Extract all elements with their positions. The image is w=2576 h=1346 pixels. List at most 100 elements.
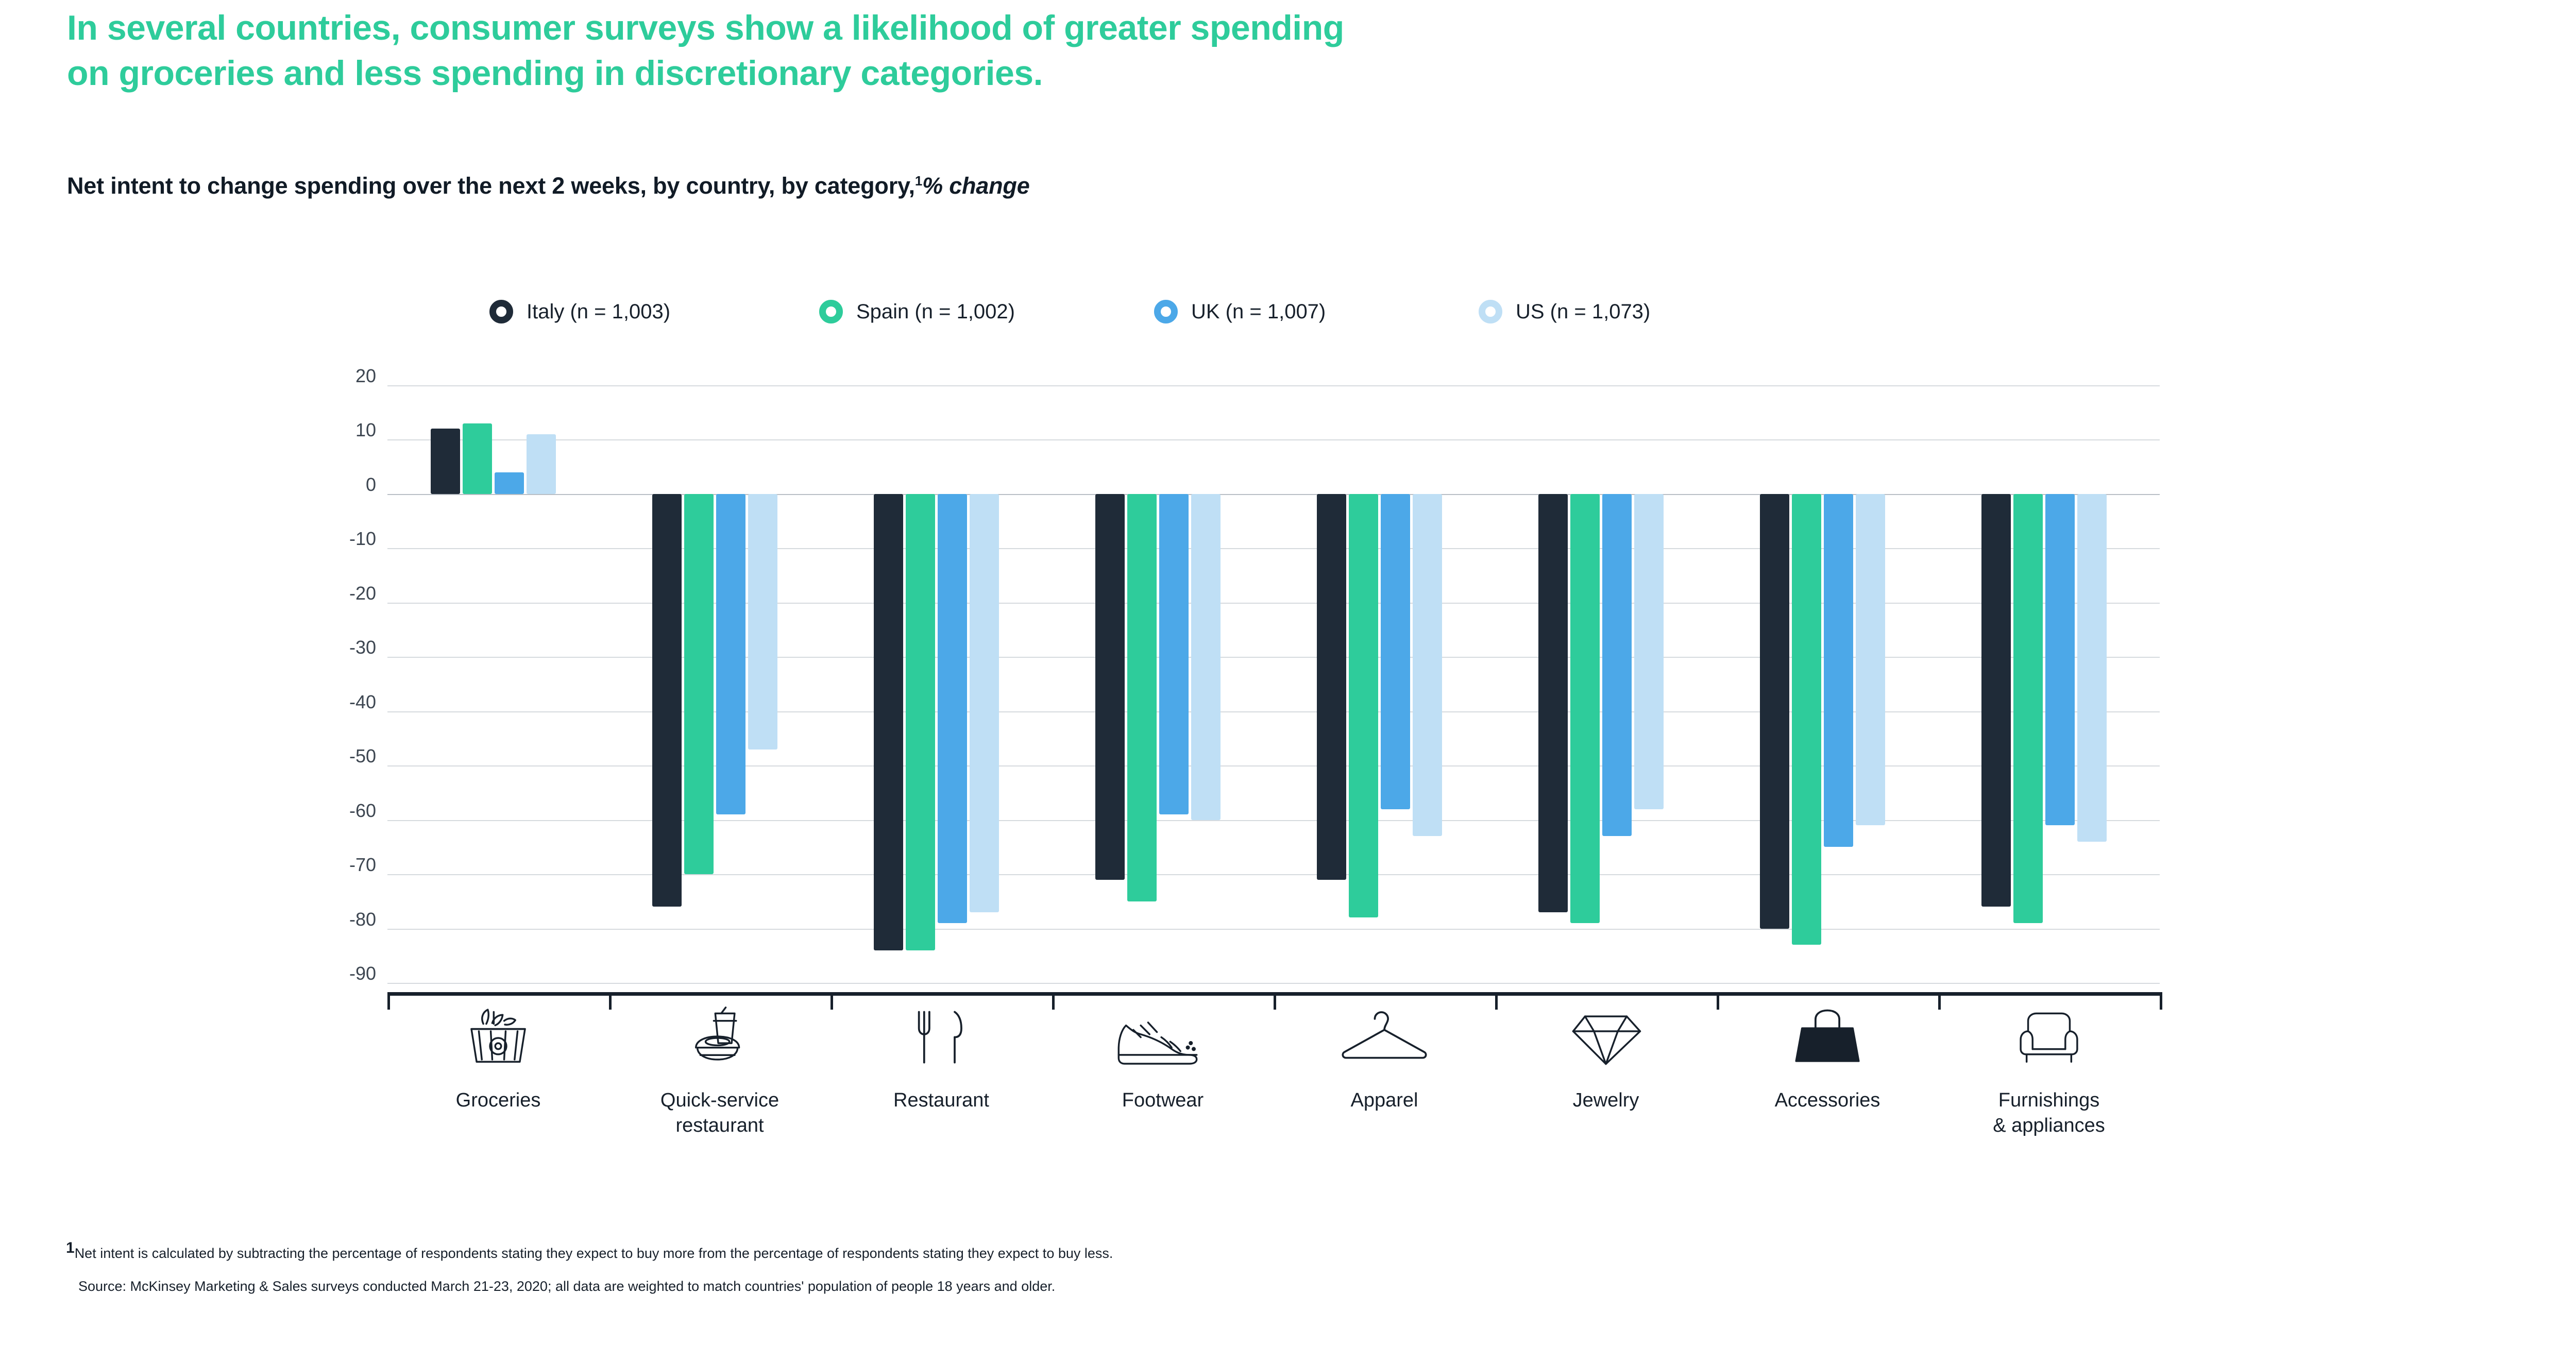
y-axis-tick-label: 0	[365, 473, 376, 495]
bar[interactable]	[430, 429, 460, 494]
bar[interactable]	[1127, 493, 1157, 901]
bar[interactable]	[905, 493, 935, 950]
bar[interactable]	[1095, 493, 1125, 880]
bar[interactable]	[684, 493, 714, 875]
circle-outline-icon	[1479, 300, 1502, 323]
bar-group	[1274, 385, 1495, 983]
category-label: Restaurant	[893, 1089, 989, 1111]
source-note: Source: McKinsey Marketing & Sales surve…	[78, 1278, 1056, 1294]
footnote-1: 1Net intent is calculated by subtracting…	[66, 1236, 2333, 1265]
category-label: Footwear	[1122, 1089, 1204, 1111]
bar[interactable]	[2077, 493, 2107, 842]
category-axis-item: Jewelry	[1495, 999, 1717, 1113]
footnotes: 1Net intent is calculated by subtracting…	[66, 1236, 2333, 1298]
bar[interactable]	[1412, 493, 1442, 837]
category-axis-item: Furnishings & appliances	[1938, 999, 2160, 1138]
bar[interactable]	[1159, 493, 1189, 815]
bar-group	[1717, 385, 1938, 983]
subtitle-main: Net intent to change spending over the n…	[67, 173, 915, 199]
legend-label: Italy (n = 1,003)	[527, 300, 671, 323]
bar[interactable]	[1791, 493, 1821, 945]
category-label: Groceries	[455, 1089, 541, 1111]
bar[interactable]	[1348, 493, 1378, 918]
chart-plot-area: 20 10 0 -10 -20 -30 -40 -50 -60 -70 -80 -90	[349, 365, 2160, 984]
legend-label: Spain (n = 1,002)	[856, 300, 1015, 323]
bar[interactable]	[969, 493, 999, 912]
chart-subtitle: Net intent to change spending over the n…	[67, 173, 1030, 199]
bar[interactable]	[1316, 493, 1346, 880]
category-axis-item: Quick-service restaurant	[609, 999, 831, 1138]
diamond-icon	[1495, 999, 1717, 1077]
y-axis-tick-label: -80	[349, 908, 376, 930]
y-axis-tick-label: 20	[355, 365, 376, 386]
bar-group	[1495, 385, 1717, 983]
x-axis-tick	[2160, 992, 2162, 1010]
legend-item-us[interactable]: US (n = 1,073)	[1479, 300, 1650, 323]
legend-item-spain[interactable]: Spain (n = 1,002)	[819, 300, 1015, 323]
legend-label: UK (n = 1,007)	[1191, 300, 1326, 323]
circle-outline-icon	[819, 300, 843, 323]
category-label: Furnishings & appliances	[1993, 1089, 2105, 1136]
bar[interactable]	[1191, 493, 1221, 820]
bar[interactable]	[1981, 493, 2011, 907]
bar[interactable]	[873, 493, 903, 950]
sneaker-icon	[1052, 999, 1274, 1077]
circle-outline-icon	[1154, 300, 1178, 323]
category-label: Accessories	[1774, 1089, 1880, 1111]
bar[interactable]	[937, 493, 967, 923]
category-axis: Groceries Quick-service restaurant Restau…	[387, 999, 2160, 1164]
clothes-hanger-icon	[1274, 999, 1495, 1077]
bar[interactable]	[1570, 493, 1600, 923]
fork-knife-icon	[831, 999, 1052, 1077]
bar[interactable]	[716, 493, 745, 815]
y-axis-tick-label: -10	[349, 528, 376, 550]
y-axis-tick-label: -60	[349, 799, 376, 821]
y-axis-tick-label: -70	[349, 854, 376, 876]
bar[interactable]	[2013, 493, 2043, 923]
bar[interactable]	[526, 434, 556, 494]
footnote-marker: 1	[66, 1239, 75, 1256]
category-axis-item: Apparel	[1274, 999, 1495, 1113]
bar[interactable]	[2045, 493, 2075, 826]
y-axis-tick-label: -50	[349, 745, 376, 767]
bar[interactable]	[1634, 493, 1664, 809]
circle-outline-icon	[489, 300, 513, 323]
bar[interactable]	[1759, 493, 1789, 929]
y-axis-tick-label: -20	[349, 582, 376, 604]
bar[interactable]	[1823, 493, 1853, 847]
headline-line-2: on groceries and less spending in discre…	[67, 54, 1043, 93]
category-axis-item: Groceries	[387, 999, 609, 1113]
category-label: Quick-service restaurant	[660, 1089, 779, 1136]
bar[interactable]	[1538, 493, 1568, 912]
bar-group	[609, 385, 831, 983]
category-axis-item: Footwear	[1052, 999, 1274, 1113]
y-axis-tick-label: -30	[349, 637, 376, 658]
bar[interactable]	[494, 472, 524, 494]
footnote-text: Net intent is calculated by subtracting …	[74, 1246, 1113, 1261]
bar[interactable]	[1855, 493, 1885, 826]
category-axis-item: Restaurant	[831, 999, 1052, 1113]
subtitle-footnote-marker: 1	[914, 173, 923, 189]
category-axis-item: Accessories	[1717, 999, 1938, 1113]
bar[interactable]	[462, 423, 492, 494]
y-axis-tick-label: -90	[349, 963, 376, 984]
legend-label: US (n = 1,073)	[1516, 300, 1651, 323]
bar[interactable]	[748, 493, 777, 749]
grocery-basket-icon	[387, 999, 609, 1077]
slide-root: In several countries, consumer surveys s…	[0, 0, 2576, 1346]
y-axis-tick-label: 10	[355, 419, 376, 441]
legend-item-uk[interactable]: UK (n = 1,007)	[1154, 300, 1326, 323]
bar-groups	[387, 385, 2160, 983]
handbag-icon	[1717, 999, 1938, 1077]
gridline--90	[387, 983, 2160, 984]
category-label: Apparel	[1350, 1089, 1418, 1111]
bar-group	[1938, 385, 2160, 983]
bar[interactable]	[652, 493, 682, 907]
bar[interactable]	[1380, 493, 1410, 809]
legend-item-italy[interactable]: Italy (n = 1,003)	[489, 300, 670, 323]
fast-food-cup-icon	[609, 999, 831, 1077]
armchair-icon	[1938, 999, 2160, 1077]
bar[interactable]	[1602, 493, 1632, 837]
y-axis-tick-label: -40	[349, 691, 376, 712]
category-label: Jewelry	[1572, 1089, 1639, 1111]
